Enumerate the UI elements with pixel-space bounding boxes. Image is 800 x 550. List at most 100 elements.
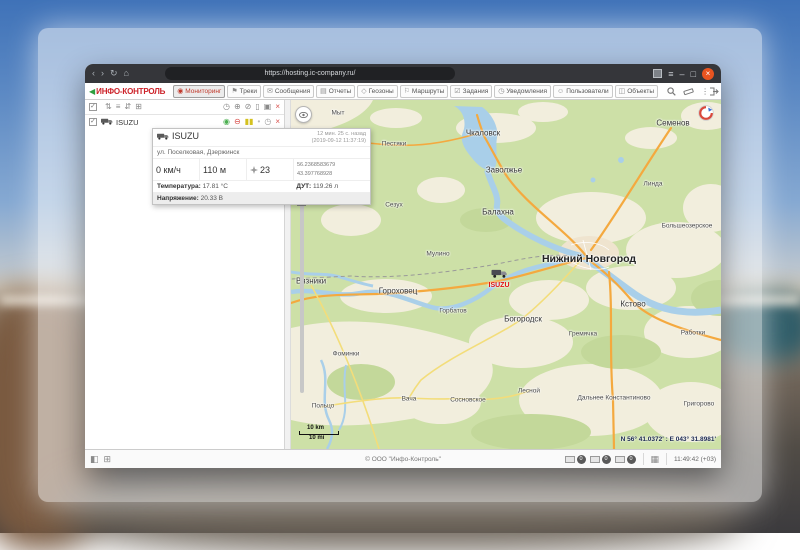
- layout-icon[interactable]: ▦: [651, 454, 660, 465]
- monitor-counter-3[interactable]: 0: [615, 455, 636, 464]
- menu-icon[interactable]: ≡: [668, 69, 673, 79]
- truck-icon: [101, 118, 113, 127]
- map-marker[interactable]: ISUZU: [489, 265, 510, 289]
- panel-toggle-icon[interactable]: ◧: [90, 454, 99, 465]
- speed-text: 0 км/ч: [156, 165, 181, 175]
- tab-label: Пользователи: [566, 88, 608, 95]
- tab-label: Объекты: [627, 88, 654, 95]
- notifications-icon: ◷: [498, 87, 504, 95]
- address-bar[interactable]: https://hosting.ic-company.ru/: [165, 67, 455, 80]
- map-compass-icon[interactable]: [698, 105, 714, 126]
- sort-alt-icon[interactable]: ⇵: [124, 102, 131, 111]
- group-icon[interactable]: ⊞: [135, 102, 142, 111]
- marker-label: ISUZU: [489, 282, 510, 289]
- more-icon[interactable]: ⋮: [701, 87, 709, 96]
- monitor-icon: [565, 456, 575, 463]
- tab-objects[interactable]: ◫Объекты: [615, 85, 658, 98]
- grid-view-icon[interactable]: ⊞: [104, 454, 112, 465]
- main-content: ✓ ⇅≡⇵⊞ ◷⊕⊘▯▣× ✓ ISUZU ◉⊖▮▮•◷×: [85, 100, 721, 449]
- copy-icon[interactable]: ▣: [264, 102, 272, 111]
- objects-icon: ◫: [619, 87, 626, 95]
- tab-tasks[interactable]: ☑Задания: [450, 85, 492, 98]
- app-logo[interactable]: ◀ ИНФО-КОНТРОЛЬ: [89, 87, 165, 96]
- browser-titlebar: ‹ › ↻ ⌂ https://hosting.ic-company.ru/ ≡…: [85, 64, 721, 83]
- sensor-value: 17.81 °C: [203, 183, 228, 190]
- extension-icon[interactable]: [653, 69, 662, 78]
- sensor-label: Напряжение:: [157, 195, 199, 202]
- tab-label: Отчеты: [329, 88, 351, 95]
- logout-icon[interactable]: [709, 87, 719, 96]
- close-icon[interactable]: ×: [275, 102, 280, 111]
- list-icon[interactable]: ≡: [116, 102, 121, 111]
- popup-coordinates: 56.2368583679 43.397768928: [294, 159, 370, 180]
- search-icon[interactable]: [667, 87, 676, 96]
- statusbar-separator: [643, 453, 644, 465]
- temperature-sensor: Температура: 17.81 °C: [157, 183, 228, 190]
- reports-icon: ▤: [320, 87, 327, 95]
- truck-icon: [491, 269, 507, 278]
- map-follow-button[interactable]: [295, 106, 312, 123]
- voltage-sensor: Напряжение: 20.33 В: [157, 195, 223, 202]
- popup-stats: 0 км/ч 110 м 23 56.2368583679 43.3977689…: [153, 159, 370, 180]
- tab-reports[interactable]: ▤Отчеты: [316, 85, 355, 98]
- dot-icon[interactable]: •: [258, 117, 261, 126]
- tab-routes[interactable]: ⚐Маршруты: [400, 85, 449, 98]
- target-icon[interactable]: ⊕: [234, 102, 241, 111]
- select-all-checkbox[interactable]: ✓: [89, 103, 97, 111]
- sensor-value: 20.33 В: [201, 195, 223, 202]
- toolbar-tabs: ◉Мониторинг⚑Треки✉Сообщения▤Отчеты◇Геозо…: [173, 85, 660, 98]
- tab-tracks[interactable]: ⚑Треки: [227, 85, 261, 98]
- messages-icon: ✉: [267, 87, 273, 95]
- vehicle-status-icons: ◉ ⊖ ▮▮ •◷ ×: [219, 117, 280, 127]
- follow-icon[interactable]: ◉: [223, 117, 230, 126]
- sensor-value: 119.26 л: [313, 183, 338, 190]
- tab-label: Задания: [463, 88, 489, 95]
- tab-users[interactable]: ☺Пользователи: [553, 85, 613, 98]
- fuel-icon[interactable]: ▮▮: [245, 117, 254, 126]
- vehicle-name: ISUZU: [116, 118, 139, 127]
- tab-geofences[interactable]: ◇Геозоны: [357, 85, 397, 98]
- tab-label: Геозоны: [369, 88, 394, 95]
- monitor-counter-1[interactable]: 0: [565, 455, 586, 464]
- maximize-button[interactable]: □: [691, 69, 696, 79]
- fuel-sensor: ДУТ: 119.26 л: [296, 183, 338, 190]
- card-icon[interactable]: ▯: [255, 102, 259, 111]
- tab-messages[interactable]: ✉Сообщения: [263, 85, 314, 98]
- close-button[interactable]: ×: [702, 68, 714, 80]
- counter-badge: 0: [577, 455, 586, 464]
- latitude-value: 56.2368583679: [297, 161, 367, 169]
- clock-icon[interactable]: ◷: [223, 102, 230, 111]
- history-icon[interactable]: ◷: [264, 117, 271, 126]
- tab-label: Сообщения: [275, 88, 310, 95]
- sort-icon[interactable]: ⇅: [105, 102, 112, 111]
- ruler-icon[interactable]: [683, 87, 694, 96]
- blocked-icon[interactable]: ⊖: [234, 117, 241, 126]
- speed-value: 0 км/ч: [153, 159, 200, 180]
- last-update-ago: 12 мин. 25 с. назад: [312, 131, 366, 138]
- monitor-icon: [615, 456, 625, 463]
- logo-text: ИНФО-КОНТРОЛЬ: [96, 87, 165, 96]
- back-icon[interactable]: ‹: [92, 64, 95, 83]
- panel-left-icons: ⇅ ≡⇵ ⊞: [101, 102, 142, 112]
- tab-monitoring[interactable]: ◉Мониторинг: [173, 85, 225, 98]
- last-update-timestamp: (2019-09-12 11:37:19): [312, 138, 366, 145]
- forward-icon[interactable]: ›: [101, 64, 104, 83]
- tab-notifications[interactable]: ◷Уведомления: [494, 85, 551, 98]
- minimize-button[interactable]: –: [680, 69, 685, 79]
- sensor-label: Температура:: [157, 183, 201, 190]
- monitor-icon: [590, 456, 600, 463]
- vehicle-checkbox[interactable]: ✓: [89, 118, 97, 126]
- monitor-counter-2[interactable]: 0: [590, 455, 611, 464]
- altitude-text: 110 м: [203, 165, 226, 175]
- truck-icon: [157, 133, 169, 142]
- home-icon[interactable]: ⌂: [124, 64, 129, 83]
- tab-label: Треки: [240, 88, 257, 95]
- link-icon[interactable]: ⊘: [245, 102, 252, 111]
- tracks-icon: ⚑: [231, 87, 237, 95]
- refresh-icon[interactable]: ↻: [110, 64, 118, 83]
- satellites-text: 23: [260, 165, 270, 175]
- sensor-row: Напряжение: 20.33 В: [153, 192, 370, 204]
- tasks-icon: ☑: [454, 87, 460, 95]
- remove-icon[interactable]: ×: [275, 117, 280, 126]
- vehicle-list-item[interactable]: ✓ ISUZU ◉ ⊖ ▮▮ •◷ ×: [85, 115, 284, 129]
